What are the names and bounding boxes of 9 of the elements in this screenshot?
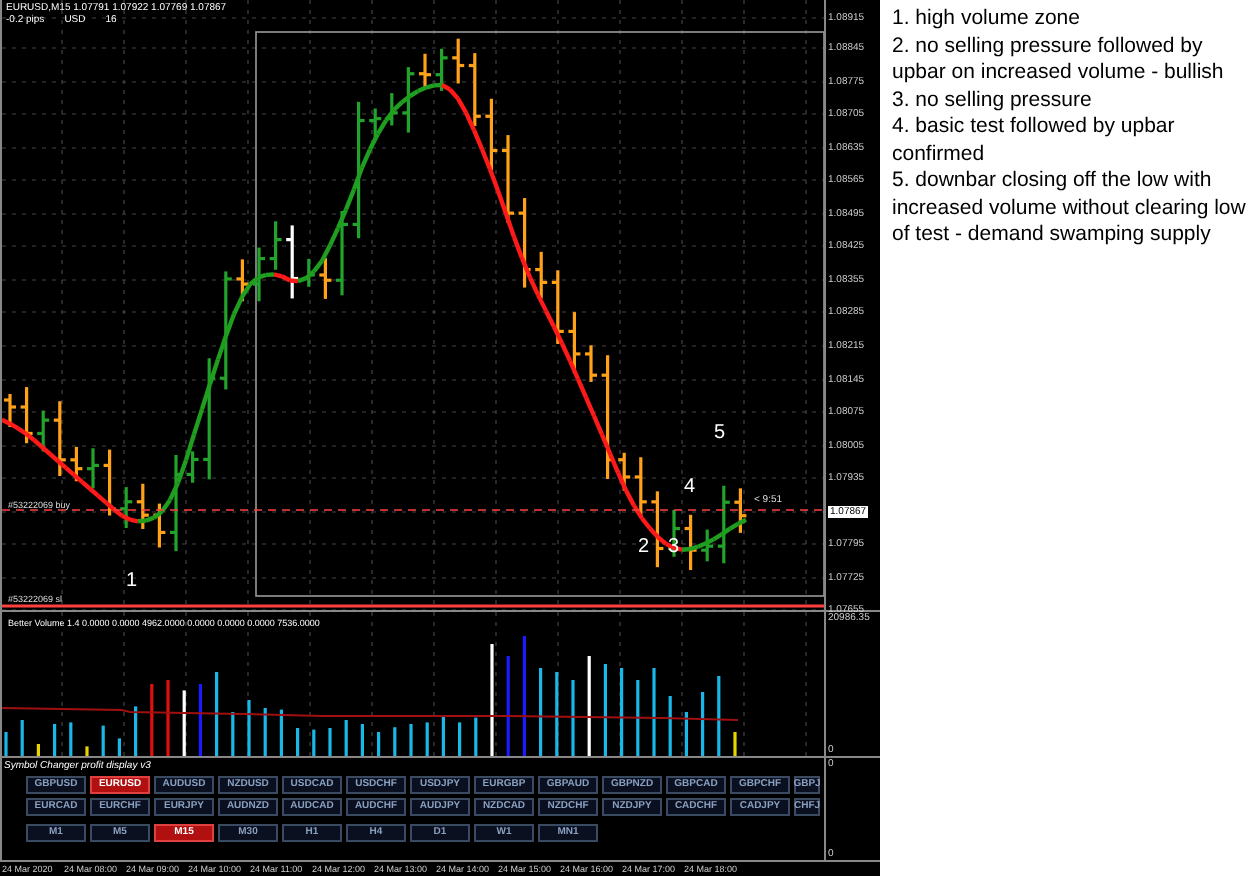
note-text: 2. no selling pressure followed by upbar on increased volume - bullish (892, 33, 1226, 87)
note-text: 3. no selling pressure (892, 87, 1094, 114)
annotation-number: 1 (126, 570, 138, 592)
annotation-number: 2 (638, 536, 650, 558)
note-text: 5. downbar closing off the low with increased volume without clearing low of test - demand swamping supply (892, 168, 1248, 249)
note-text: 4. basic test followed by upbar confirmed (892, 114, 1177, 168)
note-text: 1. high volume zone (892, 6, 1082, 33)
annotation-number: 4 (684, 476, 696, 498)
annotation-number: 5 (714, 422, 726, 444)
